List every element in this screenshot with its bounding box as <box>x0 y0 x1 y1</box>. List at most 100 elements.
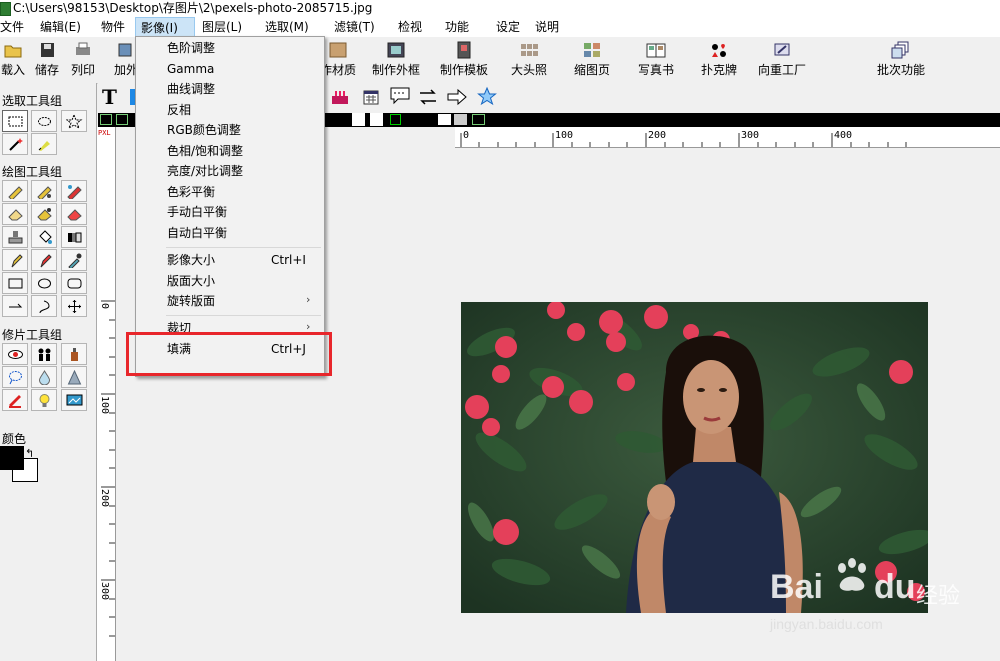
monitor-tool[interactable] <box>61 389 87 411</box>
rounded-rect-icon <box>67 278 82 289</box>
menu-filter[interactable]: 滤镜(T) <box>334 17 375 37</box>
rect-select-tool[interactable] <box>2 110 28 132</box>
drawing-group-label: 绘图工具组 <box>2 165 63 179</box>
people-icon <box>38 348 51 361</box>
menu-file[interactable]: 文件 <box>0 17 24 37</box>
ellipse-tool[interactable] <box>31 272 57 294</box>
menu-item-manual-white-balance[interactable]: 手动白平衡 <box>136 202 324 222</box>
eyedropper-icon <box>68 253 82 268</box>
blur-drop-tool[interactable] <box>31 366 57 388</box>
menu-item-hue-saturation[interactable]: 色相/饱和调整 <box>136 141 324 161</box>
lightbulb-icon <box>39 394 50 407</box>
gradient-tool[interactable] <box>61 226 87 248</box>
ruler-top-label: 300 <box>741 130 760 141</box>
make-template-button[interactable]: 制作模板 <box>438 41 490 78</box>
menu-image[interactable]: 影像(I) <box>135 17 195 37</box>
print-button[interactable]: 列印 <box>70 41 96 78</box>
annotation-highlight-box <box>126 332 332 376</box>
people-tool[interactable] <box>31 343 57 365</box>
floppy-disk-icon <box>41 43 54 57</box>
menu-item-gamma[interactable]: Gamma <box>136 59 324 79</box>
add-frame-button[interactable]: 加外 <box>114 41 138 78</box>
menu-item-curves[interactable]: 曲线调整 <box>136 79 324 99</box>
double-arrow-icon[interactable] <box>418 88 438 106</box>
ellipse-select-tool[interactable] <box>31 110 57 132</box>
lightbulb-tool[interactable] <box>31 389 57 411</box>
menu-item-canvas-size[interactable]: 版面大小 <box>136 271 324 291</box>
menu-function[interactable]: 功能 <box>445 17 469 37</box>
move-tool[interactable] <box>61 295 87 317</box>
menu-item-auto-white-balance[interactable]: 自动白平衡 <box>136 223 324 243</box>
fill-bucket-tool[interactable] <box>31 226 57 248</box>
menu-view[interactable]: 检视 <box>398 17 422 37</box>
eyedropper-tool[interactable] <box>61 249 87 271</box>
arrow-shape-icon[interactable] <box>446 87 468 107</box>
text-tool-icon[interactable]: T <box>102 85 117 109</box>
airbrush-tool[interactable] <box>31 180 57 202</box>
load-button[interactable]: 载入 <box>0 41 26 78</box>
calendar-icon[interactable] <box>362 88 380 106</box>
red-eraser-tool[interactable] <box>61 203 87 225</box>
rectangle-tool[interactable] <box>2 272 28 294</box>
menu-select[interactable]: 选取(M) <box>265 17 309 37</box>
rounded-rect-tool[interactable] <box>61 272 87 294</box>
menu-item-rotate-canvas[interactable]: 旋转版面 › <box>136 291 324 311</box>
frame-icon <box>118 43 132 57</box>
pencil-tool[interactable] <box>2 180 28 202</box>
hand-icon[interactable] <box>370 113 383 126</box>
red-eye-tool[interactable] <box>2 343 28 365</box>
print-label: 列印 <box>70 63 95 77</box>
smudge-tool[interactable] <box>31 203 57 225</box>
curve-tool[interactable] <box>31 295 57 317</box>
save-button[interactable]: 储存 <box>34 41 60 78</box>
redo-icon[interactable] <box>116 114 128 125</box>
menu-help[interactable]: 说明 <box>535 17 559 37</box>
color-brush-icon <box>67 185 82 199</box>
menu-item-image-size[interactable]: 影像大小 Ctrl+I <box>136 250 324 270</box>
pointer-icon[interactable] <box>352 113 365 126</box>
menu-settings[interactable]: 设定 <box>496 17 520 37</box>
menu-item-brightness-contrast[interactable]: 亮度/对比调整 <box>136 161 324 181</box>
cake-icon[interactable] <box>330 88 350 106</box>
menu-object[interactable]: 物件 <box>101 17 125 37</box>
batch-button[interactable]: 批次功能 <box>875 41 927 78</box>
undo-icon[interactable] <box>100 114 112 125</box>
line-tool[interactable] <box>2 295 28 317</box>
bg-swatch-small[interactable] <box>454 114 467 125</box>
move-arrows-icon <box>68 300 81 313</box>
eraser-tool[interactable] <box>2 203 28 225</box>
stamp-tool[interactable] <box>2 226 28 248</box>
red-paint-tool[interactable] <box>2 389 28 411</box>
magic-wand-tool[interactable] <box>2 133 28 155</box>
color-brush-tool[interactable] <box>61 180 87 202</box>
menu-item-color-balance[interactable]: 色彩平衡 <box>136 182 324 202</box>
menu-layer[interactable]: 图层(L) <box>202 17 242 37</box>
thumbnails-icon <box>584 43 600 57</box>
red-pencil-tool[interactable] <box>31 249 57 271</box>
lasso-retouch-tool[interactable] <box>2 366 28 388</box>
menu-edit[interactable]: 编辑(E) <box>40 17 81 37</box>
ruler-top-label: 400 <box>834 130 853 141</box>
wizard-factory-button[interactable]: 向重工厂 <box>756 41 808 78</box>
fg-swatch-small[interactable] <box>438 114 451 125</box>
photo-book-button[interactable]: 写真书 <box>636 41 676 78</box>
make-frame-button[interactable]: 制作外框 <box>370 41 422 78</box>
lasso-tool[interactable] <box>61 110 87 132</box>
poker-card-button[interactable]: 扑克牌 <box>699 41 739 78</box>
speech-bubble-icon[interactable] <box>389 86 411 106</box>
menu-item-rgb[interactable]: RGB颜色调整 <box>136 120 324 140</box>
swap-colors-icon[interactable]: ↰ <box>25 447 34 460</box>
menu-item-levels[interactable]: 色阶调整 <box>136 38 324 58</box>
thumbnail-page-button[interactable]: 缩图页 <box>572 41 612 78</box>
bottle-tool[interactable] <box>61 343 87 365</box>
menu-item-invert[interactable]: 反相 <box>136 100 324 120</box>
dropdown-small-icon[interactable] <box>472 114 485 125</box>
sharpen-tool[interactable] <box>61 366 87 388</box>
zoom-icon[interactable] <box>390 114 401 125</box>
foreground-color-swatch[interactable] <box>0 446 24 470</box>
select-brush-tool[interactable] <box>31 133 57 155</box>
star-shape-icon[interactable] <box>476 86 498 106</box>
id-photo-button[interactable]: 大头照 <box>509 41 549 78</box>
pen-tool[interactable] <box>2 249 28 271</box>
magic-wand-icon <box>9 138 23 151</box>
